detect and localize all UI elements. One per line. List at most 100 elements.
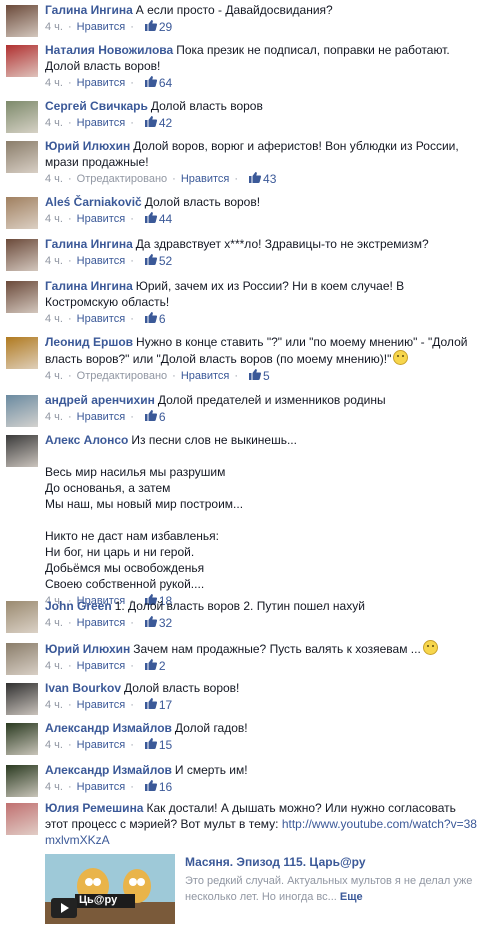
comment-body: Наталия Новожилова Пока презик не подписа… — [45, 42, 479, 74]
like-button[interactable]: Нравится — [77, 253, 126, 269]
like-count[interactable]: 16 — [144, 779, 172, 796]
like-button[interactable]: Нравится — [181, 171, 230, 187]
comment: Леонид Ершов Нужно в конце ставить "?" ил… — [0, 334, 485, 385]
more-link[interactable]: Еще — [340, 891, 363, 903]
like-count[interactable]: 17 — [144, 697, 172, 714]
avatar[interactable] — [6, 643, 38, 675]
timestamp[interactable]: 4 ч. — [45, 75, 63, 91]
comment-author[interactable]: Наталия Новожилова — [45, 43, 173, 57]
timestamp[interactable]: 4 ч. — [45, 779, 63, 795]
like-button[interactable]: Нравится — [77, 115, 126, 131]
comment-author[interactable]: Юрий Илюхин — [45, 139, 130, 153]
comment-author[interactable]: Aleś Čarniakovič — [45, 195, 142, 209]
like-count[interactable]: 44 — [144, 211, 172, 228]
avatar[interactable] — [6, 239, 38, 271]
avatar[interactable] — [6, 101, 38, 133]
timestamp[interactable]: 4 ч. — [45, 368, 63, 384]
avatar[interactable] — [6, 723, 38, 755]
link-preview[interactable]: Ць@ру Масяня. Эпизод 115. Царь@ру Это редк… — [45, 854, 479, 924]
like-count[interactable]: 29 — [144, 19, 172, 36]
comment-author[interactable]: John Green — [45, 599, 112, 613]
smiley-icon — [393, 350, 409, 365]
avatar[interactable] — [6, 435, 38, 467]
like-button[interactable]: Нравится — [77, 697, 126, 713]
play-icon[interactable] — [51, 898, 77, 918]
like-count[interactable]: 6 — [144, 311, 166, 328]
comment-author[interactable]: Ivan Bourkov — [45, 681, 121, 695]
like-button[interactable]: Нравится — [77, 615, 126, 631]
comment-author[interactable]: Сергей Свичкарь — [45, 99, 148, 113]
like-button[interactable]: Нравится — [77, 19, 126, 35]
avatar[interactable] — [6, 395, 38, 427]
comment-author[interactable]: Галина Ингина — [45, 237, 133, 251]
avatar[interactable] — [6, 197, 38, 229]
timestamp[interactable]: 4 ч. — [45, 19, 63, 35]
avatar[interactable] — [6, 337, 38, 369]
comment-meta: 4 ч. · Нравится · 6 — [45, 408, 479, 426]
avatar[interactable] — [6, 45, 38, 77]
comment: Юрий Илюхин Долой воров, ворюг и аферисто… — [0, 138, 485, 188]
comment-text: Да здравствует х***ло! Здравицы-то не эк… — [135, 237, 429, 251]
like-count[interactable]: 2 — [144, 658, 166, 675]
comment-body: John Green 1. Долой власть воров 2. Путин… — [45, 598, 479, 614]
avatar[interactable] — [6, 601, 38, 633]
like-number: 6 — [158, 410, 166, 424]
comment-author[interactable]: Александр Измайлов — [45, 763, 172, 777]
like-count[interactable]: 32 — [144, 615, 172, 632]
like-button[interactable]: Нравится — [77, 658, 126, 674]
avatar[interactable] — [6, 765, 38, 797]
preview-title[interactable]: Масяня. Эпизод 115. Царь@ру — [185, 854, 479, 870]
like-icon — [144, 19, 159, 36]
like-button[interactable]: Нравится — [181, 368, 230, 384]
video-thumbnail[interactable]: Ць@ру — [45, 854, 175, 924]
comment-author[interactable]: Алекс Алонсо — [45, 433, 128, 447]
comment-author[interactable]: Александр Измайлов — [45, 721, 172, 735]
avatar[interactable] — [6, 683, 38, 715]
like-button[interactable]: Нравится — [77, 737, 126, 753]
like-button[interactable]: Нравится — [77, 779, 126, 795]
like-count[interactable]: 43 — [248, 171, 276, 188]
like-number: 16 — [158, 780, 173, 794]
like-count[interactable]: 15 — [144, 737, 172, 754]
separator: · — [172, 370, 176, 382]
comment-author[interactable]: Юрий Илюхин — [45, 642, 130, 656]
timestamp[interactable]: 4 ч. — [45, 311, 63, 327]
like-count[interactable]: 5 — [248, 368, 270, 385]
timestamp[interactable]: 4 ч. — [45, 697, 63, 713]
like-button[interactable]: Нравится — [77, 211, 126, 227]
timestamp[interactable]: 4 ч. — [45, 615, 63, 631]
avatar[interactable] — [6, 803, 38, 835]
avatar[interactable] — [6, 141, 38, 173]
avatar[interactable] — [6, 5, 38, 37]
timestamp[interactable]: 4 ч. — [45, 115, 63, 131]
like-icon — [144, 75, 159, 92]
edited-label[interactable]: Отредактировано — [77, 171, 168, 187]
like-button[interactable]: Нравится — [77, 409, 126, 425]
timestamp[interactable]: 4 ч. — [45, 171, 63, 187]
edited-label[interactable]: Отредактировано — [77, 368, 168, 384]
avatar[interactable] — [6, 281, 38, 313]
like-count[interactable]: 6 — [144, 409, 166, 426]
timestamp[interactable]: 4 ч. — [45, 211, 63, 227]
comment-meta: 4 ч. · Нравится · 44 — [45, 210, 479, 228]
timestamp[interactable]: 4 ч. — [45, 409, 63, 425]
separator: · — [130, 21, 134, 33]
like-icon — [144, 253, 159, 270]
comment-author[interactable]: Леонид Ершов — [45, 335, 133, 349]
comment-author[interactable]: андрей аренчихин — [45, 393, 155, 407]
like-number: 15 — [158, 738, 173, 752]
comment-author[interactable]: Юлия Ремешина — [45, 801, 143, 815]
timestamp[interactable]: 4 ч. — [45, 658, 63, 674]
like-count[interactable]: 64 — [144, 75, 172, 92]
like-icon — [144, 737, 159, 754]
separator: · — [130, 117, 134, 129]
like-button[interactable]: Нравится — [77, 75, 126, 91]
like-button[interactable]: Нравится — [77, 311, 126, 327]
timestamp[interactable]: 4 ч. — [45, 737, 63, 753]
comment-author[interactable]: Галина Ингина — [45, 3, 133, 17]
like-count[interactable]: 52 — [144, 253, 172, 270]
separator: · — [67, 313, 72, 325]
comment-author[interactable]: Галина Ингина — [45, 279, 133, 293]
timestamp[interactable]: 4 ч. — [45, 253, 63, 269]
like-count[interactable]: 42 — [144, 115, 172, 132]
